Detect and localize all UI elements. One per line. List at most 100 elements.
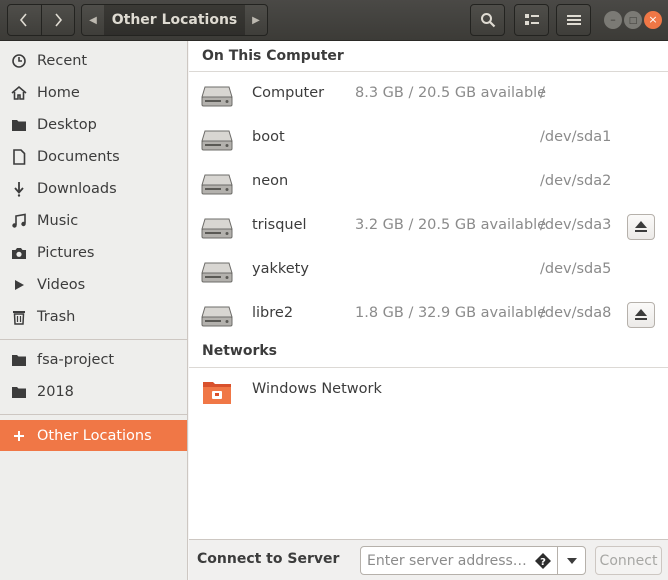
- sidebar-item-2018[interactable]: 2018: [0, 376, 187, 408]
- hamburger-menu-icon: [566, 15, 581, 25]
- hard-drive-icon: [201, 130, 233, 151]
- drive-row[interactable]: yakkety/dev/sda5: [189, 249, 668, 293]
- network-row-windows-network[interactable]: Windows Network: [189, 369, 668, 413]
- sidebar-item-trash[interactable]: Trash: [0, 301, 187, 333]
- drive-device-path: /dev/sda5: [540, 261, 612, 277]
- navigation-buttons: [7, 4, 75, 36]
- sidebar-item-music[interactable]: Music: [0, 205, 187, 237]
- eject-button[interactable]: [627, 214, 655, 240]
- hard-drive-icon: [201, 218, 233, 239]
- locations-view: On This Computer Computer 8.3 GB / 20.5 G…: [189, 41, 668, 541]
- drive-available-space: 8.3 GB / 20.5 GB available: [355, 85, 547, 101]
- sidebar-item-fsa-project[interactable]: fsa-project: [0, 344, 187, 376]
- menu-button[interactable]: [556, 4, 591, 36]
- sidebar-item-label: Trash: [37, 309, 76, 325]
- clock-icon: [10, 52, 28, 70]
- hard-drive-icon: [201, 86, 233, 107]
- drive-row[interactable]: neon/dev/sda2: [189, 161, 668, 205]
- search-button[interactable]: [470, 4, 505, 36]
- drive-name: Computer: [252, 85, 325, 101]
- path-scroll-left-icon[interactable]: ◀: [82, 15, 104, 26]
- section-header-on-this-computer: On This Computer: [202, 48, 344, 64]
- eject-button[interactable]: [627, 302, 655, 328]
- drive-name: yakkety: [252, 261, 309, 277]
- drive-device-path: /dev/sda3: [540, 217, 612, 233]
- eject-icon: [635, 221, 647, 232]
- sidebar-item-label: Desktop: [37, 117, 97, 133]
- sidebar: Recent Home Desktop Documents Downloads …: [0, 41, 188, 580]
- close-button[interactable]: ×: [644, 11, 662, 29]
- sidebar-item-label: fsa-project: [37, 352, 115, 368]
- drive-device-path: /dev/sda2: [540, 173, 612, 189]
- video-icon: [10, 276, 28, 294]
- drive-name: trisquel: [252, 217, 307, 233]
- sidebar-item-downloads[interactable]: Downloads: [0, 173, 187, 205]
- chevron-down-icon: [566, 557, 577, 564]
- sidebar-item-label: Recent: [37, 53, 88, 69]
- chevron-left-icon: [20, 13, 27, 27]
- server-history-dropdown[interactable]: [557, 547, 585, 574]
- drive-device-path: /dev/sda8: [540, 305, 612, 321]
- minimize-icon: –: [610, 13, 616, 26]
- help-button[interactable]: ?: [533, 551, 553, 571]
- sidebar-item-documents[interactable]: Documents: [0, 141, 187, 173]
- section-divider: [189, 71, 668, 72]
- drive-available-space: 3.2 GB / 20.5 GB available: [355, 217, 547, 233]
- view-toggle-button[interactable]: [514, 4, 549, 36]
- drive-row[interactable]: boot/dev/sda1: [189, 117, 668, 161]
- folder-icon: [10, 351, 28, 369]
- section-header-networks: Networks: [202, 343, 278, 359]
- eject-icon: [635, 309, 647, 320]
- connect-to-server-label: Connect to Server: [197, 551, 340, 567]
- sidebar-item-recent[interactable]: Recent: [0, 45, 187, 77]
- camera-icon: [10, 244, 28, 262]
- minimize-button[interactable]: –: [604, 11, 622, 29]
- connect-button[interactable]: Connect: [595, 546, 662, 575]
- sidebar-separator: [0, 339, 187, 340]
- sidebar-item-videos[interactable]: Videos: [0, 269, 187, 301]
- breadcrumb-current[interactable]: Other Locations: [104, 5, 245, 35]
- sidebar-item-label: Videos: [37, 277, 86, 293]
- sidebar-item-label: Downloads: [37, 181, 117, 197]
- sidebar-separator: [0, 414, 187, 415]
- home-icon: [10, 84, 28, 102]
- section-divider: [189, 367, 668, 368]
- document-icon: [10, 148, 28, 166]
- network-name: Windows Network: [252, 381, 382, 397]
- drive-row[interactable]: trisquel 3.2 GB / 20.5 GB available/dev/s…: [189, 205, 668, 249]
- path-bar: ◀ Other Locations ▶: [81, 4, 268, 36]
- maximize-button[interactable]: □: [624, 11, 642, 29]
- drive-row[interactable]: libre2 1.8 GB / 32.9 GB available/dev/sda…: [189, 293, 668, 337]
- maximize-icon: □: [628, 16, 638, 26]
- sidebar-item-pictures[interactable]: Pictures: [0, 237, 187, 269]
- network-folder-icon: [203, 382, 231, 404]
- question-icon: ?: [535, 552, 551, 569]
- server-address-input[interactable]: [361, 551, 533, 570]
- forward-button[interactable]: [42, 5, 75, 35]
- svg-text:?: ?: [540, 557, 546, 568]
- close-icon: ×: [648, 13, 658, 26]
- sidebar-item-label: Documents: [37, 149, 120, 165]
- hard-drive-icon: [201, 306, 233, 327]
- back-button[interactable]: [8, 5, 42, 35]
- folder-icon: [10, 116, 28, 134]
- drive-name: boot: [252, 129, 285, 145]
- drive-name: neon: [252, 173, 289, 189]
- plus-icon: [10, 427, 28, 445]
- drive-device-path: /dev/sda1: [540, 129, 612, 145]
- drive-name: libre2: [252, 305, 294, 321]
- drive-device-path: /: [540, 85, 545, 101]
- sidebar-item-label: Pictures: [37, 245, 95, 261]
- sidebar-item-label: 2018: [37, 384, 74, 400]
- sidebar-item-other-locations[interactable]: Other Locations: [0, 420, 187, 451]
- sidebar-item-label: Music: [37, 213, 79, 229]
- header-bar: ◀ Other Locations ▶ – □ ×: [0, 0, 668, 41]
- hard-drive-icon: [201, 174, 233, 195]
- sidebar-item-desktop[interactable]: Desktop: [0, 109, 187, 141]
- chevron-right-icon: [55, 13, 62, 27]
- connect-to-server-bar: Connect to Server ? Connect: [189, 539, 668, 580]
- sidebar-item-home[interactable]: Home: [0, 77, 187, 109]
- path-scroll-right-icon[interactable]: ▶: [245, 15, 267, 26]
- trash-icon: [10, 308, 28, 326]
- drive-row[interactable]: Computer 8.3 GB / 20.5 GB available /: [189, 73, 668, 117]
